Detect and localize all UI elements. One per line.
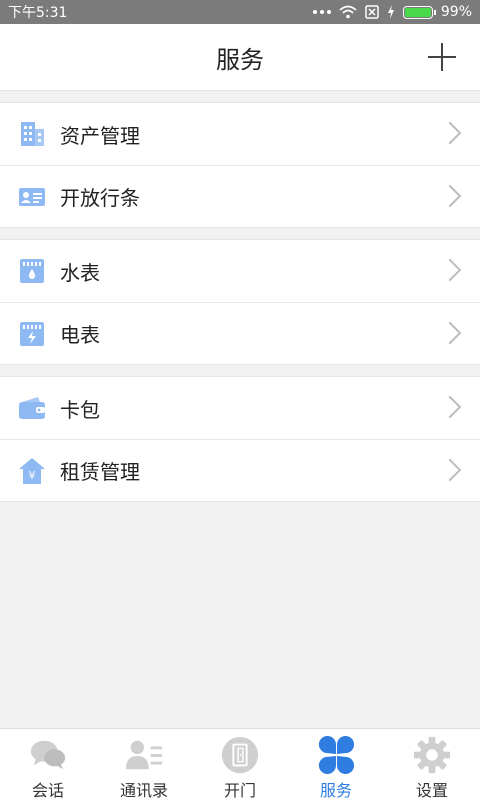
chevron-right-icon [438,395,462,419]
more-dots-icon [312,10,331,14]
list-item-label: 资产管理 [60,123,140,148]
list-item-asset-management[interactable]: 资产管理 [0,103,480,165]
bottom-tab-bar: 会话 通讯录 开门 服务 设置 [0,728,480,801]
status-time: 下午5:31 [8,5,68,21]
tab-chat[interactable]: 会话 [0,729,96,801]
tab-label: 开门 [223,781,256,800]
service-group-2: 水表 电表 [0,239,480,365]
chevron-right-icon [438,321,462,345]
list-item-electric-meter[interactable]: 电表 [0,302,480,364]
status-bar: 下午5:31 99% [0,0,480,24]
chevron-right-icon [438,121,462,145]
page-title: 服务 [216,45,264,74]
list-item-label: 卡包 [60,397,100,422]
clover-icon [318,735,355,775]
door-icon [221,736,259,774]
id-card-icon [19,188,45,206]
list-item-label: 水表 [60,260,100,285]
charging-icon [387,5,394,19]
service-group-3: 卡包 ¥ 租赁管理 [0,376,480,502]
list-item-label: 租赁管理 [60,460,140,484]
chat-icon [30,740,66,770]
electric-meter-icon [20,322,44,346]
plus-icon[interactable] [428,43,456,71]
tab-label: 通讯录 [119,781,168,800]
tab-label: 设置 [415,781,448,800]
chevron-right-icon [438,258,462,282]
list-item-open-pass[interactable]: 开放行条 [0,165,480,227]
battery-percent: 99% [440,4,472,20]
chevron-right-icon [438,458,462,482]
wifi-icon [339,5,357,19]
water-meter-icon [20,259,44,283]
building-icon [21,122,44,146]
tab-services[interactable]: 服务 [288,729,384,801]
rent-house-icon: ¥ [19,458,45,484]
tab-settings[interactable]: 设置 [384,729,480,801]
chevron-right-icon [438,184,462,208]
no-sim-icon [365,5,379,19]
tab-label: 服务 [319,781,352,800]
gear-icon [413,736,451,774]
list-item-rent-management[interactable]: ¥ 租赁管理 [0,439,480,501]
tab-contacts[interactable]: 通讯录 [96,729,192,801]
list-item-label: 开放行条 [60,186,140,210]
tab-open-door[interactable]: 开门 [192,729,288,801]
contacts-icon [125,740,163,770]
service-group-1: 资产管理 开放行条 [0,102,480,228]
svg-text:¥: ¥ [29,469,36,482]
title-bar: 服务 [0,24,480,91]
wallet-icon [19,397,45,419]
battery-icon [402,5,436,19]
tab-label: 会话 [31,781,64,800]
list-item-water-meter[interactable]: 水表 [0,240,480,302]
list-item-card-wallet[interactable]: 卡包 [0,377,480,439]
list-item-label: 电表 [60,323,100,347]
